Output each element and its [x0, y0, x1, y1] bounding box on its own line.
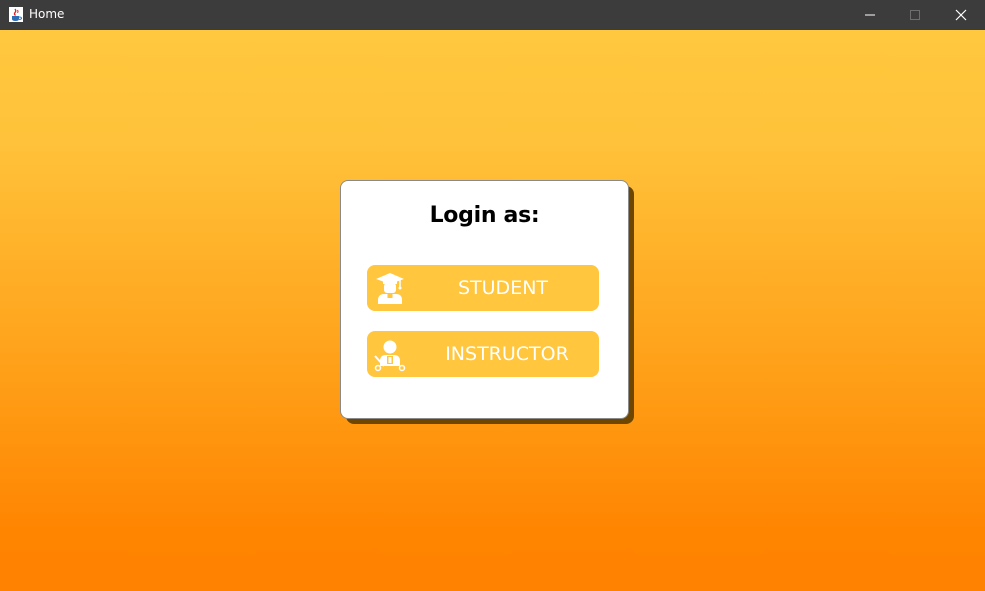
- student-label: STUDENT: [457, 277, 549, 299]
- minimize-icon: [865, 14, 875, 16]
- minimize-button[interactable]: [847, 0, 893, 30]
- maximize-icon: [910, 10, 920, 20]
- teacher-icon: [374, 340, 406, 372]
- window-titlebar: Home: [0, 0, 985, 30]
- instructor-label: INSTRUCTOR: [445, 343, 569, 365]
- graduate-icon: [376, 273, 404, 304]
- window-title: Home: [29, 7, 65, 21]
- close-icon: [955, 9, 967, 21]
- java-cup-icon: [9, 7, 23, 22]
- close-button[interactable]: [938, 0, 984, 30]
- login-card: Login as: STUDENT INSTRUCTOR: [340, 180, 629, 419]
- instructor-login-button[interactable]: INSTRUCTOR: [367, 331, 599, 377]
- login-heading: Login as:: [429, 203, 540, 228]
- maximize-button[interactable]: [892, 0, 938, 30]
- student-login-button[interactable]: STUDENT: [367, 265, 599, 311]
